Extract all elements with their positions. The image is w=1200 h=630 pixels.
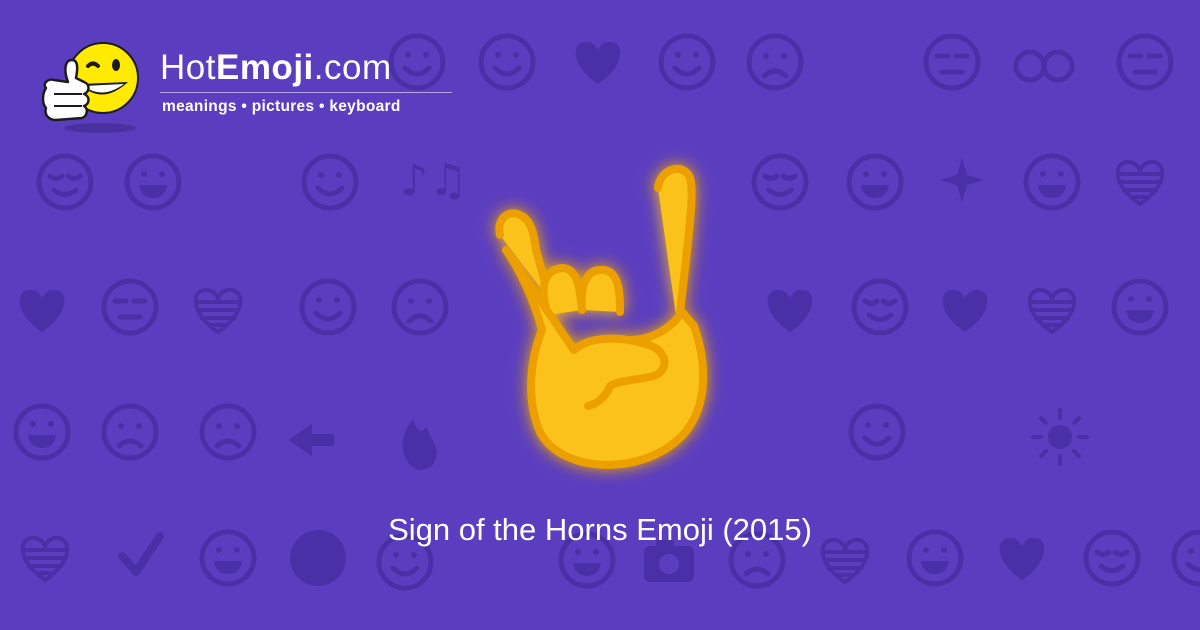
logo-divider	[160, 92, 452, 93]
site-name-tld: .com	[313, 48, 392, 87]
site-name-hot: Hot	[160, 48, 216, 87]
site-name: HotEmoji.com	[160, 48, 392, 88]
site-tagline: meanings • pictures • keyboard	[162, 98, 401, 115]
emoji-title: Sign of the Horns Emoji (2015)	[388, 512, 812, 547]
site-name-emoji: Emoji	[215, 48, 314, 87]
site-logo[interactable]: HotEmoji.com meanings • pictures • keybo…	[38, 34, 468, 134]
sign-of-the-horns-icon	[495, 164, 708, 469]
winking-thumbs-up-face-icon	[41, 42, 139, 133]
svg-text:♪♫: ♪♫	[400, 155, 468, 206]
